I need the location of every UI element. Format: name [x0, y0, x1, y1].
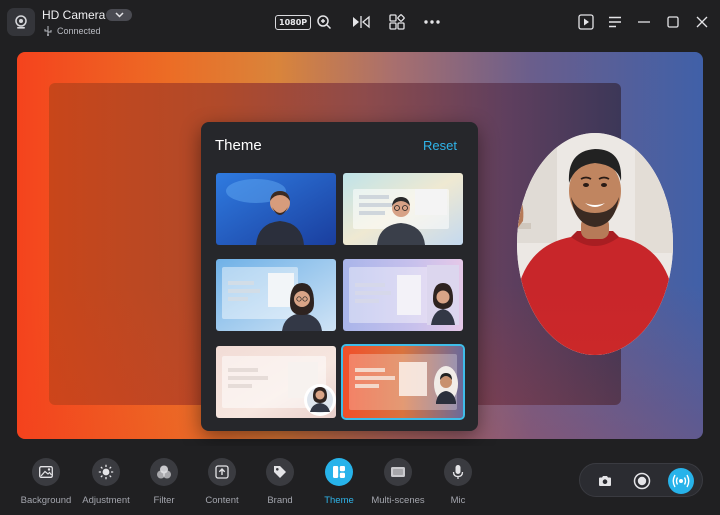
resolution-badge: 1080P: [275, 14, 312, 30]
webcam-icon[interactable]: [7, 8, 35, 36]
nav-label: Adjustment: [82, 495, 130, 506]
theme-option-3[interactable]: [216, 259, 336, 331]
camera-icon[interactable]: [592, 468, 618, 494]
nav-label: Brand: [267, 495, 293, 506]
filter-circles-icon: [150, 458, 178, 486]
microphone-icon: [444, 458, 472, 486]
theme-option-4[interactable]: [343, 259, 463, 331]
nav-label: Content: [205, 495, 239, 506]
widgets-icon[interactable]: [387, 11, 407, 33]
theme-option-2[interactable]: [343, 173, 463, 245]
scenes-icon: [384, 458, 412, 486]
nav-label: Multi-scenes: [371, 495, 425, 506]
nav-label: Mic: [450, 495, 466, 506]
more-icon[interactable]: [423, 11, 441, 33]
theme-option-6[interactable]: [341, 344, 465, 420]
nav-brand[interactable]: Brand: [247, 458, 313, 506]
minimize-icon[interactable]: [635, 11, 653, 33]
nav-mic[interactable]: Mic: [425, 458, 491, 506]
live-broadcast-icon[interactable]: [668, 468, 694, 494]
mirror-flip-icon[interactable]: [351, 11, 371, 33]
record-icon[interactable]: [629, 468, 655, 494]
presenter-video: [517, 133, 673, 355]
theme-panel: Theme Reset: [201, 122, 478, 431]
connection-label: Connected: [57, 26, 101, 36]
theme-grid-icon: [325, 458, 353, 486]
upload-icon: [208, 458, 236, 486]
resolution-button[interactable]: 1080P: [275, 11, 312, 33]
nav-background[interactable]: Background: [13, 458, 79, 506]
menu-icon[interactable]: [606, 11, 624, 33]
play-window-icon[interactable]: [577, 11, 595, 33]
nav-theme[interactable]: Theme: [306, 458, 372, 506]
connection-status: Connected: [44, 26, 101, 36]
record-controls: [579, 463, 703, 497]
brightness-icon: [92, 458, 120, 486]
maximize-icon[interactable]: [664, 11, 682, 33]
nav-multi-scenes[interactable]: Multi-scenes: [365, 458, 431, 506]
nav-label: Filter: [153, 495, 175, 506]
chevron-down-icon: [114, 12, 124, 18]
theme-option-1[interactable]: [216, 173, 336, 245]
tag-icon: [266, 458, 294, 486]
nav-content[interactable]: Content: [189, 458, 255, 506]
theme-option-5[interactable]: [216, 346, 336, 418]
image-icon: [32, 458, 60, 486]
nav-filter[interactable]: Filter: [131, 458, 197, 506]
theme-panel-title: Theme: [215, 137, 262, 154]
usb-icon: [44, 26, 52, 36]
nav-label: Background: [20, 495, 72, 506]
camera-select-button[interactable]: [106, 9, 132, 21]
title-bar: HD Camera Connected 1080P: [0, 0, 720, 44]
camera-name: HD Camera: [42, 8, 106, 22]
bottom-toolbar: Background Adjustment Filter Content Bra…: [0, 446, 720, 515]
close-icon[interactable]: [693, 11, 711, 33]
nav-label: Theme: [324, 495, 354, 506]
zoom-in-icon[interactable]: [314, 11, 334, 33]
nav-adjustment[interactable]: Adjustment: [73, 458, 139, 506]
reset-button[interactable]: Reset: [423, 138, 457, 153]
